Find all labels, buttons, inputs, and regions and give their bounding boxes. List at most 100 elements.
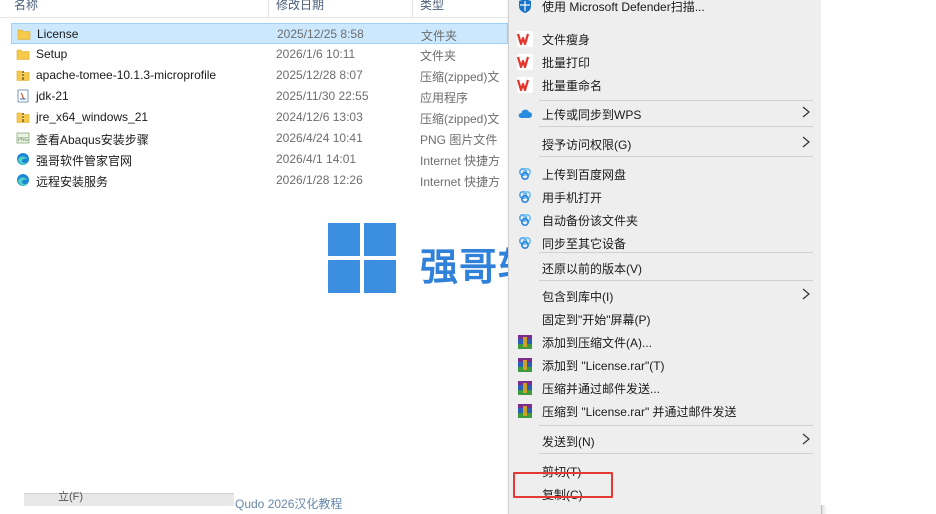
menu-item-15[interactable]: 压缩并通过邮件发送... — [509, 377, 821, 399]
winrar-icon — [517, 334, 533, 350]
file-type: PNG 图片文件 — [420, 133, 498, 147]
menu-separator — [539, 280, 813, 281]
winrar-icon — [517, 403, 533, 419]
chevron-right-icon — [802, 288, 810, 300]
file-type: 压缩(zipped)文 — [420, 70, 500, 84]
baidu-netdisk-icon — [517, 189, 533, 205]
menu-item-label: 压缩并通过邮件发送... — [542, 382, 661, 396]
column-date[interactable]: 修改日期 — [276, 0, 324, 13]
bottom-strip: 立(F) — [24, 491, 234, 506]
file-type: 文件夹 — [420, 49, 457, 63]
menu-item-4[interactable]: 上传或同步到WPS — [509, 103, 821, 125]
bottom-left-text: 立(F) — [58, 491, 84, 503]
bottom-link-text: Qudo 2026汉化教程 — [235, 497, 343, 511]
file-name: 查看Abaqus安装步骤 — [36, 133, 149, 147]
menu-separator — [539, 453, 813, 454]
file-date: 2025/12/28 8:07 — [276, 68, 363, 82]
file-name: jdk-21 — [36, 89, 69, 103]
menu-item-label: 自动备份该文件夹 — [542, 214, 639, 228]
file-name: jre_x64_windows_21 — [36, 110, 149, 124]
defender-icon — [517, 0, 533, 14]
zip-folder-icon — [16, 68, 30, 82]
file-row[interactable]: apache-tomee-10.1.3-microprofile 2025/12/… — [11, 65, 508, 86]
desktop-background — [821, 0, 936, 505]
file-row[interactable]: jdk-21 2025/11/30 22:55 应用程序 — [11, 86, 508, 107]
baidu-netdisk-icon — [517, 235, 533, 251]
column-divider[interactable] — [412, 0, 413, 17]
menu-item-8[interactable]: 自动备份该文件夹 — [509, 209, 821, 231]
menu-item-label: 包含到库中(I) — [542, 290, 614, 304]
file-row[interactable]: 远程安装服务 2026/1/28 12:26 Internet 快捷方 — [11, 170, 508, 191]
file-type: 文件夹 — [421, 29, 458, 43]
column-name[interactable]: 名称 — [14, 0, 38, 13]
column-type[interactable]: 类型 — [420, 0, 444, 13]
file-name: Setup — [36, 47, 68, 61]
file-date: 2025/12/25 8:58 — [277, 27, 364, 41]
edge-icon — [16, 173, 30, 187]
menu-item-7[interactable]: 用手机打开 — [509, 186, 821, 208]
winrar-icon — [517, 357, 533, 373]
menu-item-label: 文件瘦身 — [542, 33, 591, 47]
zip-folder-icon — [16, 110, 30, 124]
file-row[interactable]: License 2025/12/25 8:58 文件夹 — [11, 23, 508, 44]
menu-item-13[interactable]: 添加到压缩文件(A)... — [509, 331, 821, 353]
svg-text:PNG: PNG — [18, 137, 29, 143]
file-row[interactable]: jre_x64_windows_21 2024/12/6 13:03 压缩(zipp… — [11, 107, 508, 128]
file-date: 2026/1/28 12:26 — [276, 173, 363, 187]
menu-item-0[interactable]: 使用 Microsoft Defender扫描... — [509, 0, 821, 17]
menu-item-9[interactable]: 同步至其它设备 — [509, 232, 821, 254]
wps-icon — [516, 31, 533, 47]
file-date: 2025/11/30 22:55 — [276, 89, 369, 103]
menu-item-label: 同步至其它设备 — [542, 237, 627, 251]
menu-item-17[interactable]: 发送到(N) — [509, 430, 821, 452]
menu-item-label: 授予访问权限(G) — [542, 138, 632, 152]
menu-item-label: 压缩到 "License.rar" 并通过邮件发送 — [542, 405, 737, 419]
baidu-netdisk-icon — [517, 166, 533, 182]
menu-item-16[interactable]: 压缩到 "License.rar" 并通过邮件发送 — [509, 400, 821, 422]
file-type: Internet 快捷方 — [420, 154, 501, 168]
folder-icon — [16, 47, 30, 61]
file-date: 2026/4/1 14:01 — [276, 152, 357, 166]
file-type: 应用程序 — [420, 91, 469, 105]
menu-item-3[interactable]: 批量重命名 — [509, 74, 821, 96]
menu-item-2[interactable]: 批量打印 — [509, 51, 821, 73]
file-row[interactable]: PNG 查看Abaqus安装步骤 2026/4/24 10:41 PNG 图片文件 — [11, 128, 508, 149]
folder-icon — [17, 27, 31, 41]
menu-item-label: 使用 Microsoft Defender扫描... — [542, 0, 705, 14]
file-type: 压缩(zipped)文 — [420, 112, 500, 126]
menu-item-label: 上传或同步到WPS — [542, 108, 642, 122]
menu-item-5[interactable]: 授予访问权限(G) — [509, 133, 821, 155]
file-name: License — [37, 27, 79, 41]
menu-item-14[interactable]: 添加到 "License.rar"(T) — [509, 354, 821, 376]
menu-item-label: 发送到(N) — [542, 435, 595, 449]
menu-item-label: 批量重命名 — [542, 79, 603, 93]
menu-separator — [539, 126, 813, 127]
menu-item-label: 固定到"开始"屏幕(P) — [542, 313, 651, 327]
file-row[interactable]: 强哥软件管家官网 2026/4/1 14:01 Internet 快捷方 — [11, 149, 508, 170]
column-divider[interactable] — [268, 0, 269, 17]
file-row[interactable]: Setup 2026/1/6 10:11 文件夹 — [11, 44, 508, 65]
file-name: 远程安装服务 — [36, 175, 109, 189]
file-date: 2026/1/6 10:11 — [276, 47, 356, 61]
highlight-box — [513, 472, 613, 498]
file-date: 2024/12/6 13:03 — [276, 110, 363, 124]
edge-icon — [16, 152, 30, 166]
installer-icon — [16, 89, 30, 103]
column-header: 名称 修改日期 类型 — [0, 0, 508, 18]
baidu-netdisk-icon — [517, 212, 533, 228]
menu-item-1[interactable]: 文件瘦身 — [509, 28, 821, 50]
menu-item-12[interactable]: 固定到"开始"屏幕(P) — [509, 308, 821, 330]
chevron-right-icon — [802, 136, 810, 148]
menu-item-label: 用手机打开 — [542, 191, 603, 205]
menu-item-10[interactable]: 还原以前的版本(V) — [509, 257, 821, 279]
chevron-right-icon — [802, 106, 810, 118]
menu-item-11[interactable]: 包含到库中(I) — [509, 285, 821, 307]
menu-item-label: 上传到百度网盘 — [542, 168, 627, 182]
menu-item-label: 批量打印 — [542, 56, 591, 70]
menu-separator — [539, 156, 813, 157]
file-type: Internet 快捷方 — [420, 175, 501, 189]
menu-item-6[interactable]: 上传到百度网盘 — [509, 163, 821, 185]
chevron-right-icon — [802, 433, 810, 445]
menu-item-label: 还原以前的版本(V) — [542, 262, 642, 276]
context-menu: 使用 Microsoft Defender扫描... 文件瘦身批量打印批量重命名上… — [508, 0, 822, 514]
